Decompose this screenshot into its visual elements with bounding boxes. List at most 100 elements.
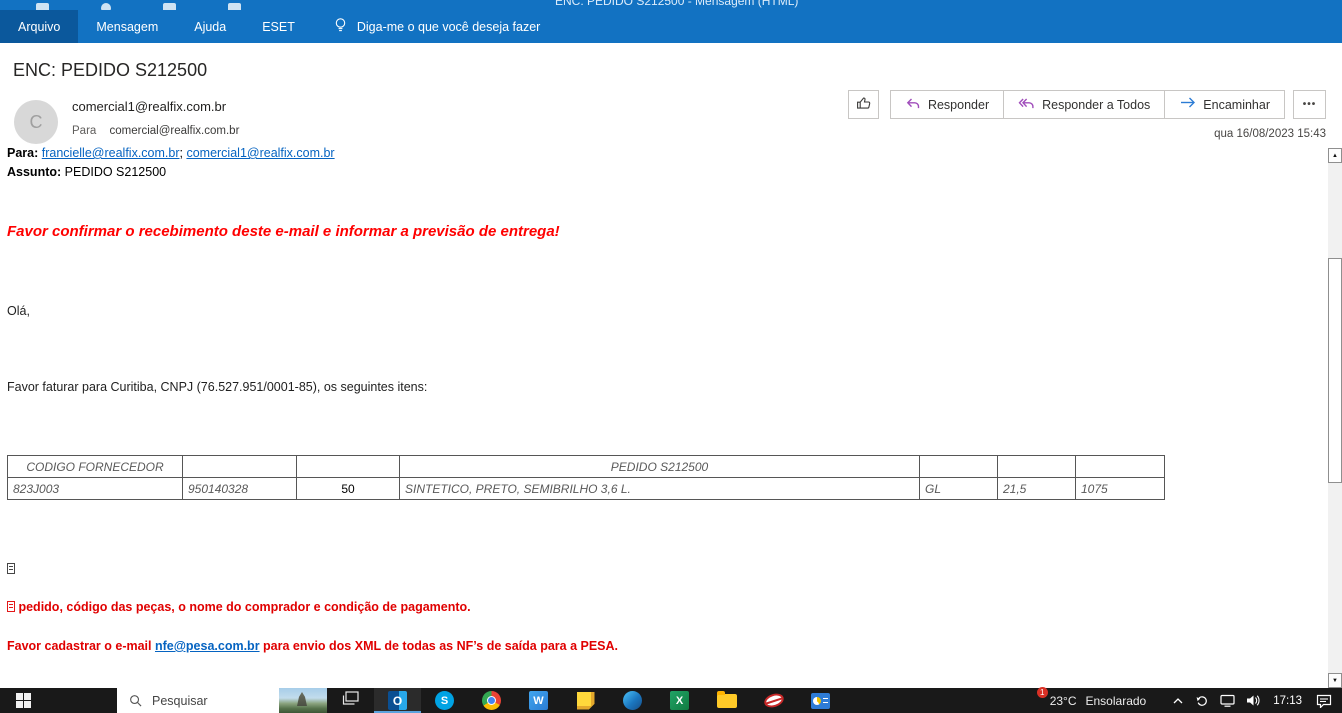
tell-me-search[interactable]: Diga-me o que você deseja fazer (333, 10, 540, 43)
volume-icon[interactable] (1246, 694, 1261, 707)
sent-timestamp: qua 16/08/2023 15:43 (1214, 128, 1326, 140)
tray-icons (1172, 694, 1261, 708)
sync-icon[interactable] (1195, 694, 1209, 708)
show-hidden-icons-chevron[interactable] (1172, 697, 1184, 705)
para-recipient-link-1[interactable]: francielle@realfix.com.br (42, 146, 180, 160)
ribbon-tab-bar: Arquivo Mensagem Ajuda ESET Diga-me o qu… (0, 10, 1342, 43)
taskbar-notes-button[interactable] (562, 688, 609, 713)
reply-button[interactable]: Responder (890, 91, 1004, 118)
header-empty-3 (919, 455, 998, 478)
sender-address[interactable]: comercial1@realfix.com.br (72, 99, 226, 114)
thumbs-up-icon (855, 95, 871, 114)
reply-all-label: Responder a Todos (1042, 97, 1151, 112)
header-pedido: PEDIDO S212500 (399, 455, 920, 478)
excel-icon: X (670, 691, 689, 710)
header-empty-4 (997, 455, 1076, 478)
header-codigo-fornecedor: CODIGO FORNECEDOR (7, 455, 183, 478)
taskbar-app-red-button[interactable] (750, 688, 797, 713)
action-center-icon (1316, 694, 1332, 708)
taskbar-edge-button[interactable] (609, 688, 656, 713)
task-view-icon (342, 691, 359, 710)
header-empty-2 (296, 455, 400, 478)
sticky-notes-icon (576, 691, 595, 710)
forward-label: Encaminhar (1203, 97, 1270, 112)
system-tray: 1 23°C Ensolarado 17:13 (1024, 687, 1342, 710)
missing-glyph-box (7, 562, 15, 576)
para-recipient-link-2[interactable]: comercial1@realfix.com.br (186, 146, 334, 160)
nfe-note-post: para envio dos XML de todas as NF’s de s… (259, 639, 619, 653)
payment-note-text: pedido, código das peças, o nome do comp… (7, 600, 471, 614)
taskbar-chrome-button[interactable] (468, 688, 515, 713)
lightbulb-icon (333, 17, 348, 36)
cell-unidade: GL (919, 477, 998, 500)
outlook-window: ENC: PEDIDO S212500 - Mensagem (HTML) Ar… (0, 0, 1342, 713)
more-actions-button[interactable]: ••• (1293, 90, 1326, 119)
cell-codigo: 823J003 (7, 477, 183, 500)
word-icon: W (529, 691, 548, 710)
nfe-note-text: Favor cadastrar o e-mail nfe@pesa.com.br… (7, 639, 618, 653)
weather-sun-icon: 1 (1024, 687, 1048, 710)
cell-codigo-interno: 950140328 (182, 477, 297, 500)
tab-ajuda[interactable]: Ajuda (176, 10, 244, 43)
message-actions: Responder Responder a Todos Encaminhar •… (847, 90, 1326, 119)
tab-arquivo[interactable]: Arquivo (0, 10, 79, 43)
task-view-button[interactable] (327, 688, 374, 713)
vertical-scrollbar[interactable]: ▲ ▼ (1328, 148, 1342, 688)
tab-eset[interactable]: ESET (244, 10, 313, 43)
reading-pane: ENC: PEDIDO S212500 C comercial1@realfix… (0, 43, 1342, 688)
customize-toolbar-icon[interactable] (228, 3, 241, 10)
taskbar-word-button[interactable]: W (515, 688, 562, 713)
taskbar-excel-button[interactable]: X (656, 688, 703, 713)
cell-descricao: SINTETICO, PRETO, SEMIBRILHO 3,6 L. (399, 477, 920, 500)
reply-label: Responder (927, 97, 990, 112)
reply-icon (905, 96, 921, 114)
search-icon (130, 695, 142, 707)
taskbar-file-explorer-button[interactable] (703, 688, 750, 713)
nfe-note-pre: Favor cadastrar o e-mail (7, 639, 155, 653)
red-app-icon (761, 691, 786, 710)
edge-icon (623, 691, 642, 710)
chrome-icon (482, 691, 501, 710)
window-titlebar: ENC: PEDIDO S212500 - Mensagem (HTML) (0, 0, 1342, 10)
taskbar-outlook-button[interactable]: O (374, 688, 421, 713)
scroll-up-button[interactable]: ▲ (1328, 148, 1342, 163)
quick-access-toolbar (36, 3, 241, 10)
outlook-icon: O (388, 691, 407, 710)
weather-widget[interactable]: 1 23°C Ensolarado (1024, 687, 1146, 710)
to-value[interactable]: comercial@realfix.com.br (110, 125, 240, 137)
reply-all-icon (1018, 96, 1035, 114)
taskbar-search-box[interactable]: Pesquisar (117, 688, 327, 713)
network-icon[interactable] (1220, 694, 1235, 707)
nfe-email-link[interactable]: nfe@pesa.com.br (155, 639, 260, 653)
action-center-button[interactable] (1316, 694, 1332, 708)
cell-total: 1075 (1075, 477, 1165, 500)
scroll-down-button[interactable]: ▼ (1328, 673, 1342, 688)
taskbar-app-blue-button[interactable] (797, 688, 844, 713)
taskbar-skype-button[interactable]: S (421, 688, 468, 713)
like-button[interactable] (847, 90, 879, 119)
confirmation-alert-text: Favor confirmar o recebimento deste e-ma… (7, 223, 560, 240)
weather-temperature: 23°C (1049, 693, 1077, 708)
save-icon[interactable] (36, 3, 49, 10)
forward-button[interactable]: Encaminhar (1164, 91, 1284, 118)
reply-all-button[interactable]: Responder a Todos (1003, 91, 1165, 118)
blue-app-icon (811, 692, 830, 709)
reply-button-group: Responder Responder a Todos Encaminhar (889, 90, 1285, 119)
forward-icon (1179, 97, 1196, 113)
folder-icon (716, 690, 737, 708)
missing-glyph-box (7, 601, 15, 612)
search-placeholder: Pesquisar (152, 693, 208, 708)
sender-avatar[interactable]: C (14, 100, 58, 144)
header-empty-1 (182, 455, 297, 478)
recipient-line: Para comercial@realfix.com.br (72, 125, 239, 137)
redo-icon[interactable] (163, 3, 176, 10)
email-subject: ENC: PEDIDO S212500 (13, 60, 208, 80)
undo-icon[interactable] (101, 3, 111, 10)
taskbar-clock[interactable]: 17:13 (1273, 695, 1302, 707)
scrollbar-thumb[interactable] (1328, 258, 1342, 483)
bing-daily-image[interactable] (279, 688, 327, 713)
start-button[interactable] (0, 688, 47, 713)
skype-icon: S (435, 691, 454, 710)
order-table-header-row: CODIGO FORNECEDOR PEDIDO S212500 (7, 455, 1165, 478)
tab-mensagem[interactable]: Mensagem (78, 10, 176, 43)
